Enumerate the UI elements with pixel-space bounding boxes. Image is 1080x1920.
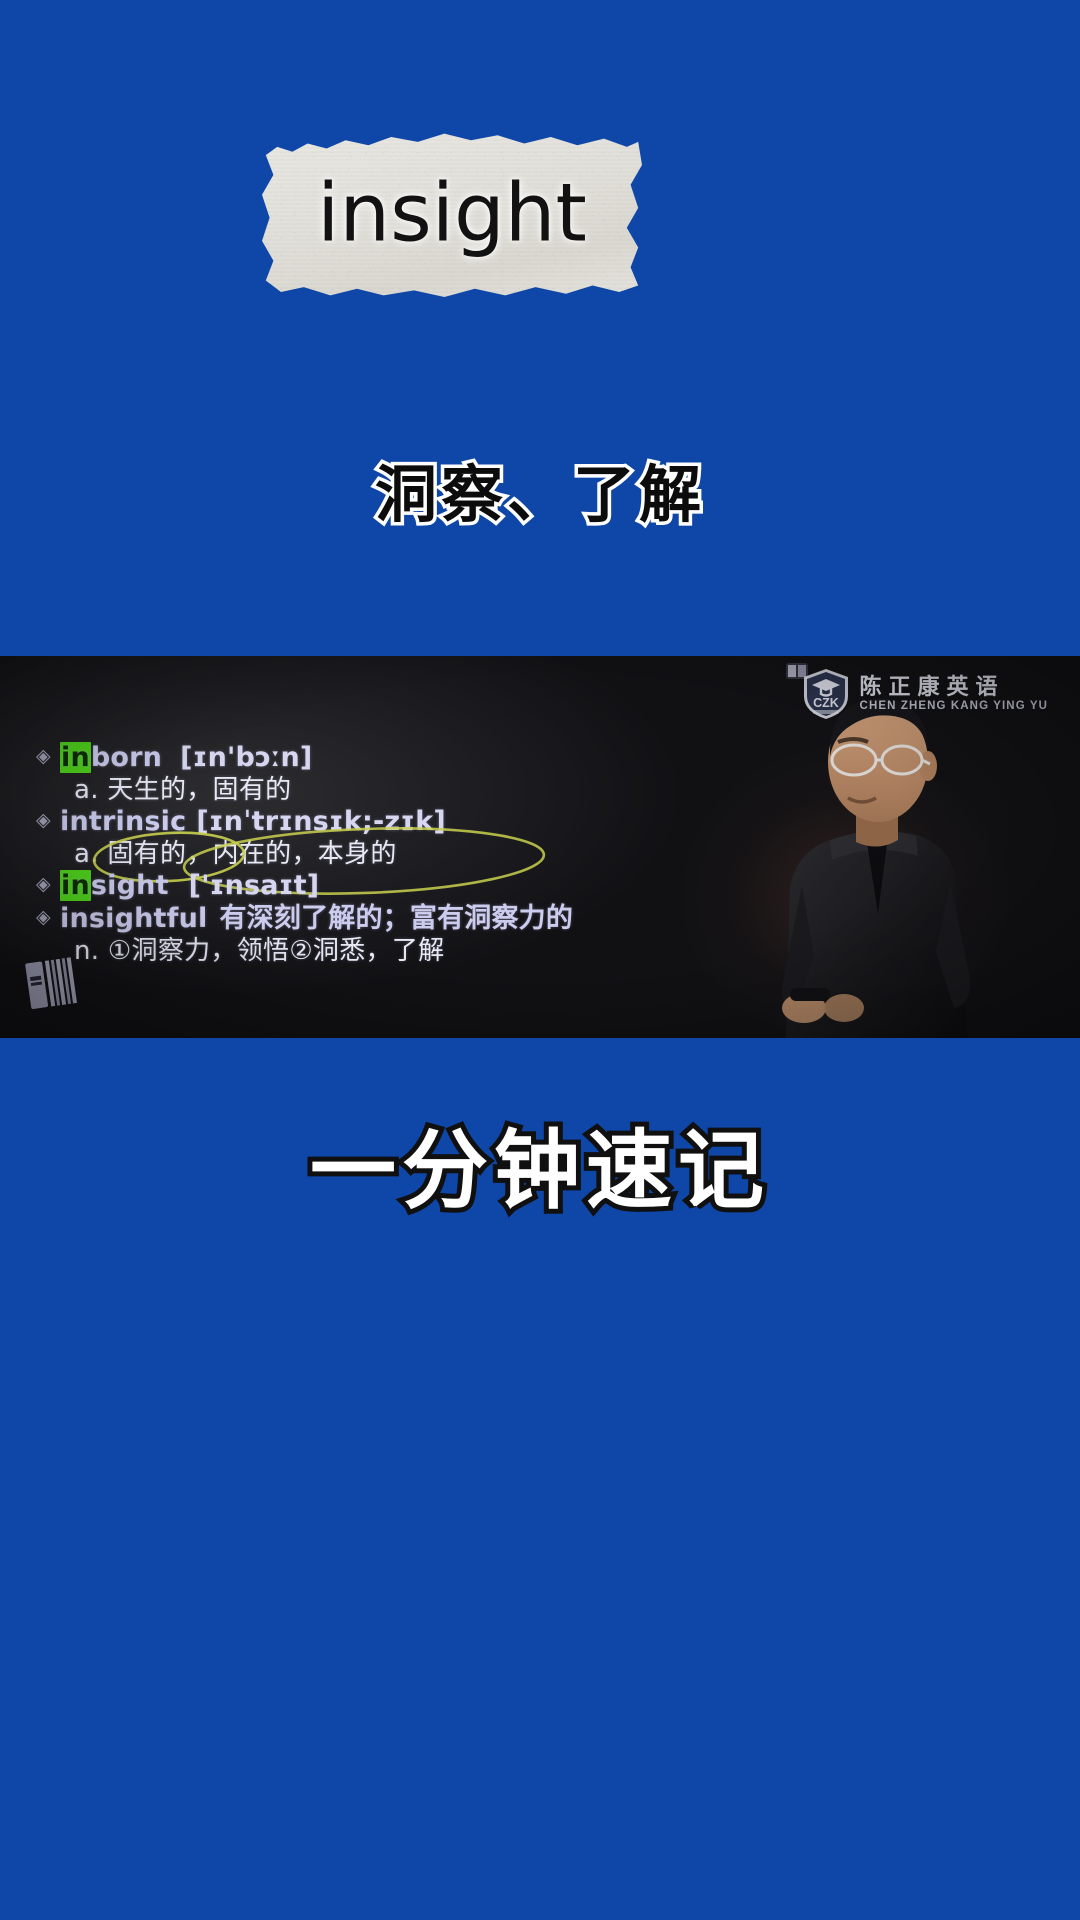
ipa-insight: ['ɪnsaɪt] <box>188 870 320 901</box>
ipa-inborn: [ɪn'bɔːn] <box>180 742 313 773</box>
vocab-entry-insightful: ◈ insightful 有深刻了解的；富有洞察力的 <box>34 903 674 934</box>
watermark-text-block: 陈正康英语 CHEN ZHENG KANG YING YU <box>860 676 1048 713</box>
vocabulary-list: ◈ inborn [ɪn'bɔːn] a. 天生的，固有的 ◈ intrinsic… <box>34 742 674 967</box>
vocab-definition-insightful: n. ①洞察力，领悟②洞悉，了解 <box>74 936 445 966</box>
vocab-entry-intrinsic: ◈ intrinsic [ɪnˈtrɪnsɪk;-zɪk] <box>34 806 674 837</box>
bullet-diamond-icon: ◈ <box>36 746 51 767</box>
book-stack-icon <box>25 957 77 1009</box>
term-rest-insight: sight <box>90 870 169 901</box>
prefix-highlight-in: in <box>60 742 91 773</box>
cta-text: 一分钟速记 <box>305 1121 770 1221</box>
bullet-diamond-icon: ◈ <box>36 874 51 895</box>
torn-paper-card: insight <box>262 132 642 297</box>
watermark-brand-en: CHEN ZHENG KANG YING YU <box>859 699 1048 712</box>
gloss-insightful: 有深刻了解的；富有洞察力的 <box>219 903 574 934</box>
watermark-brand-cn: 陈正康英语 <box>859 674 1005 700</box>
vocab-definition-intrinsic: a. 固有的，内在的，本身的 <box>74 839 397 869</box>
top-banner-section: insight 洞察、了解 <box>0 0 1080 656</box>
vocab-term-intrinsic: intrinsic [ɪnˈtrɪnsɪk;-zɪk] <box>60 806 446 837</box>
prefix-highlight-in: in <box>60 870 91 901</box>
channel-watermark: CZK 陈正康英语 CHEN ZHENG KANG YING YU <box>802 668 1048 720</box>
svg-text:CZK: CZK <box>813 696 839 710</box>
vocab-term-inborn: inborn [ɪn'bɔːn] <box>60 742 312 773</box>
term-rest-intrinsic: intrinsic <box>60 806 187 837</box>
vocab-term-insight: insight ['ɪnsaɪt] <box>60 870 319 901</box>
vocab-entry-insight: ◈ insight ['ɪnsaɪt] <box>34 870 674 901</box>
czk-shield-logo-icon: CZK <box>803 669 848 719</box>
vocab-term-insightful: insightful 有深刻了解的；富有洞察力的 <box>60 903 573 934</box>
ipa-intrinsic: [ɪnˈtrɪnsɪk;-zɪk] <box>196 806 446 837</box>
vocab-entry-inborn: ◈ inborn [ɪn'bɔːn] <box>34 742 674 773</box>
bullet-diamond-icon: ◈ <box>36 907 51 928</box>
term-rest-insightful: insightful <box>60 903 208 934</box>
screen-root: insight 洞察、了解 CZK 陈正康英语 CHEN ZHENG KANG … <box>0 0 1080 1920</box>
term-rest-inborn: born <box>90 742 163 773</box>
vocab-definition-inborn: a. 天生的，固有的 <box>74 775 292 805</box>
chinese-gloss-text: 洞察、了解 <box>371 458 705 531</box>
video-frame[interactable]: CZK 陈正康英语 CHEN ZHENG KANG YING YU ◈ inbo… <box>0 656 1080 1038</box>
headword-text: insight <box>317 165 587 259</box>
bullet-diamond-icon: ◈ <box>36 810 51 831</box>
